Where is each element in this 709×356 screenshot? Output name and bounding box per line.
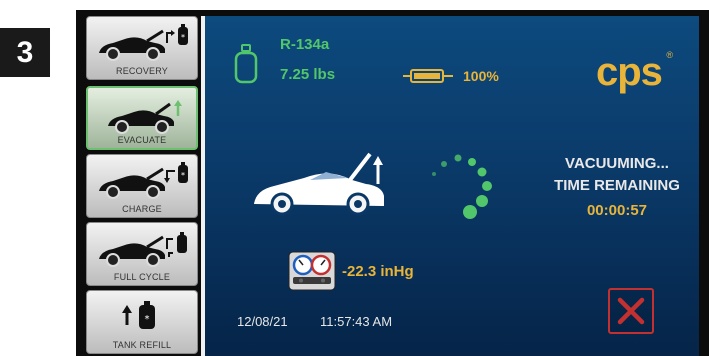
- mode-sidebar: * RECOVERY EVACUATE * CHARGE FULL CYCLE …: [86, 16, 198, 356]
- close-icon: [617, 297, 645, 325]
- status-line-time-remaining: TIME REMAINING: [554, 177, 680, 194]
- car-full-cycle-icon: [99, 232, 187, 267]
- sidebar-item-label: CHARGE: [122, 204, 162, 214]
- sidebar-item-label: RECOVERY: [116, 66, 168, 76]
- car-recovery-icon: *: [99, 24, 188, 61]
- svg-text:*: *: [181, 171, 185, 180]
- sidebar-item-label: EVACUATE: [117, 135, 167, 145]
- svg-text:*: *: [145, 314, 150, 325]
- current-time: 11:57:43 AM: [320, 314, 393, 329]
- car-evacuate-graphic: [254, 152, 384, 216]
- status-line-vacuuming: VACUUMING...: [565, 155, 669, 172]
- charge-button[interactable]: * CHARGE: [86, 154, 198, 218]
- evacuate-button[interactable]: EVACUATE: [86, 86, 198, 150]
- countdown-timer: 00:00:57: [586, 202, 648, 219]
- sidebar-item-label: FULL CYCLE: [113, 272, 171, 282]
- gas-cylinder-icon: [234, 44, 258, 84]
- car-evacuate-icon: [108, 100, 182, 134]
- tank-refill-button[interactable]: * TANK REFILL: [86, 290, 198, 354]
- vacuum-pressure-reading: -22.3 inHg: [342, 263, 414, 280]
- cancel-button[interactable]: [608, 288, 654, 334]
- step-number-badge: 3: [0, 28, 50, 77]
- current-date: 12/08/21: [237, 314, 288, 329]
- logo-text: cps: [596, 50, 663, 94]
- refrigerant-weight: 7.25 lbs: [280, 66, 336, 83]
- battery-icon: [403, 69, 453, 83]
- recovery-button[interactable]: * RECOVERY: [86, 16, 198, 80]
- cps-logo: cps ®: [596, 50, 673, 95]
- tank-refill-icon: *: [122, 301, 155, 329]
- manifold-gauge-icon: [288, 251, 336, 291]
- svg-text:*: *: [181, 33, 185, 42]
- full-cycle-button[interactable]: FULL CYCLE: [86, 222, 198, 286]
- refrigerant-type: R-134a: [280, 36, 330, 53]
- progress-spinner-icon: [432, 154, 492, 219]
- battery-percent: 100%: [463, 68, 499, 84]
- car-charge-icon: *: [99, 162, 188, 199]
- sidebar-item-label: TANK REFILL: [112, 340, 172, 350]
- registered-mark: ®: [666, 50, 674, 60]
